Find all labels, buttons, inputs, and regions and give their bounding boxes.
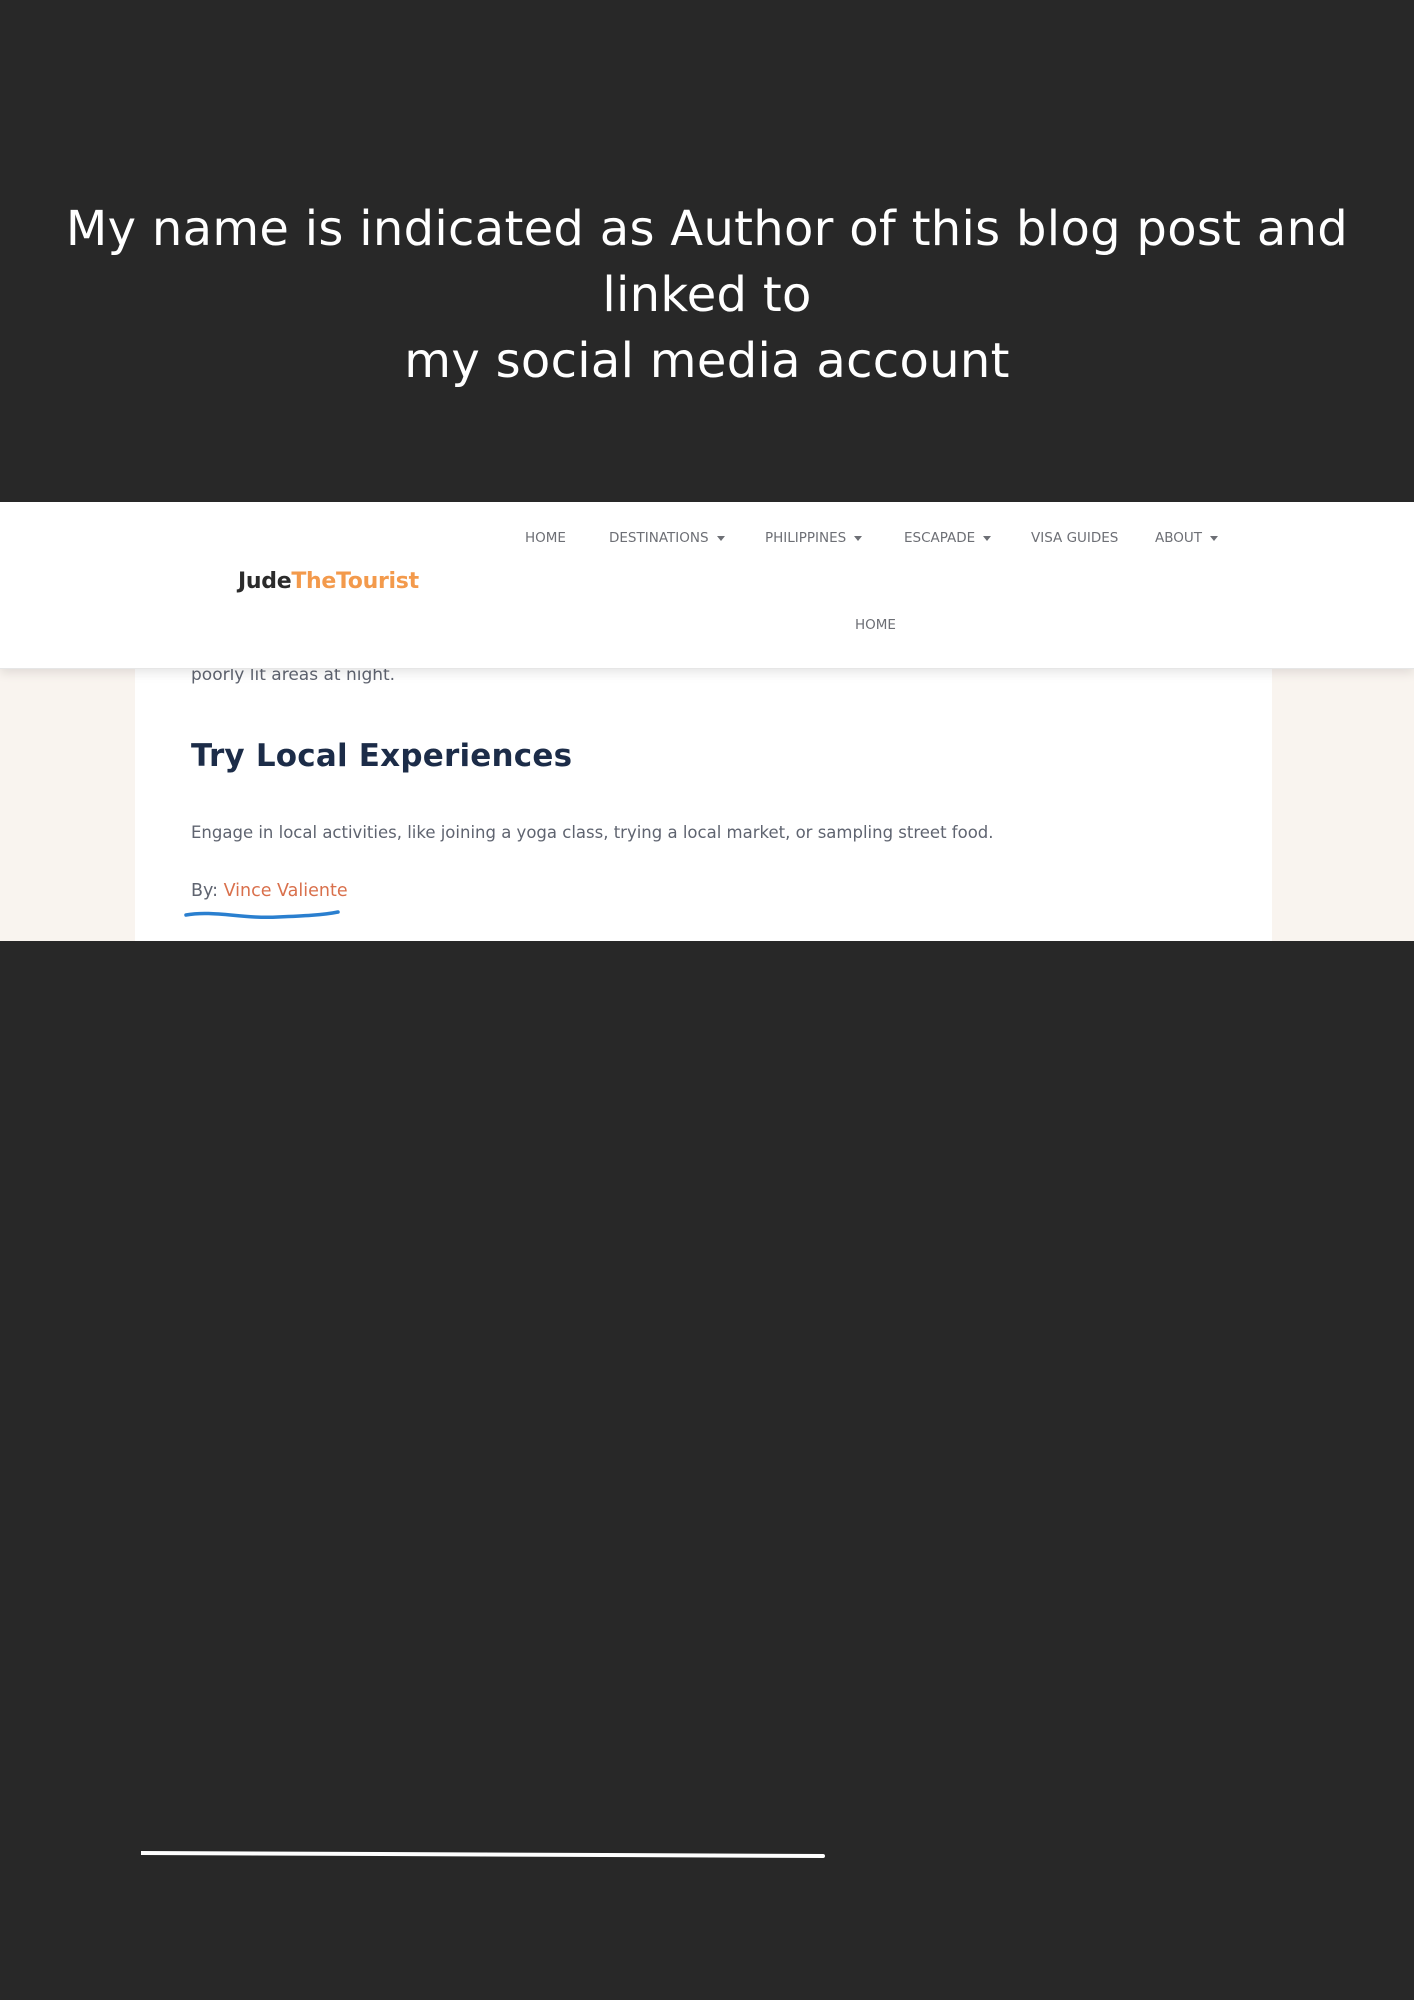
section-paragraph: Engage in local activities, like joining… xyxy=(191,823,994,842)
nav-label: VISA GUIDES xyxy=(1031,530,1119,546)
chevron-down-icon xyxy=(716,535,725,541)
chevron-down-icon xyxy=(983,535,992,541)
logo-text-thetourist: TheTourist xyxy=(291,569,419,594)
nav-label: HOME xyxy=(525,530,566,546)
logo-text-jude: Jude xyxy=(238,569,292,594)
nav-item-home-row2[interactable]: HOME xyxy=(855,617,896,633)
chevron-down-icon xyxy=(854,535,863,541)
nav-label: ESCAPADE xyxy=(904,530,976,546)
chevron-down-icon xyxy=(1210,535,1219,541)
caption-line-2: my social media account xyxy=(404,333,1010,389)
nav-item-about[interactable]: ABOUT xyxy=(1155,530,1219,546)
website-screenshot: poorly lit areas at night. Try Local Exp… xyxy=(0,502,1414,941)
nav-item-philippines[interactable]: PHILIPPINES xyxy=(765,530,863,546)
site-header: JudeTheTourist HOME DESTINATIONS PHILIPP… xyxy=(0,502,1414,669)
annotation-caption: My name is indicated as Author of this b… xyxy=(0,196,1414,394)
nav-item-visa-guides[interactable]: VISA GUIDES xyxy=(1031,530,1118,546)
nav-label: PHILIPPINES xyxy=(765,530,847,546)
caption-line-1: My name is indicated as Author of this b… xyxy=(65,201,1349,323)
nav-label: DESTINATIONS xyxy=(609,530,709,546)
nav-item-home[interactable]: HOME xyxy=(525,530,566,546)
decorative-white-line xyxy=(141,1851,825,1858)
highlight-underline-mark xyxy=(184,910,340,920)
nav-item-escapade[interactable]: ESCAPADE xyxy=(904,530,992,546)
nav-item-destinations[interactable]: DESTINATIONS xyxy=(609,530,725,546)
author-link[interactable]: Vince Valiente xyxy=(224,881,348,901)
section-heading: Try Local Experiences xyxy=(191,738,573,774)
site-logo[interactable]: JudeTheTourist xyxy=(238,569,419,594)
author-byline: By: Vince Valiente xyxy=(191,881,348,901)
nav-label: ABOUT xyxy=(1155,530,1203,546)
byline-prefix: By: xyxy=(191,881,224,901)
